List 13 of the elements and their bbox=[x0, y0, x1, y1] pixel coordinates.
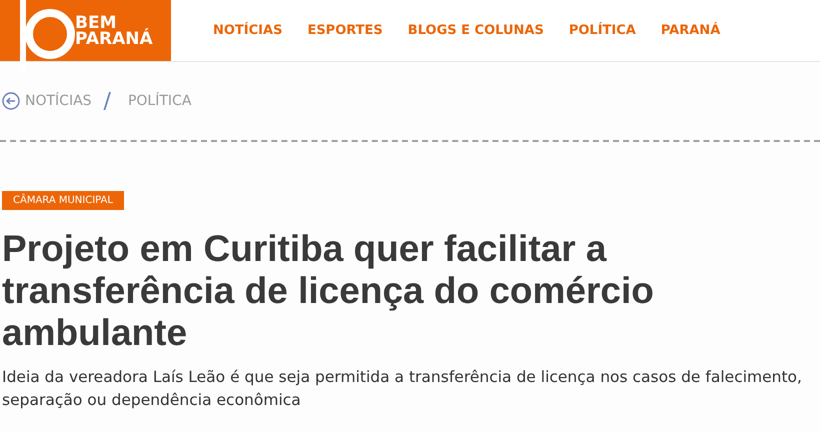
nav-link[interactable]: PARANÁ bbox=[660, 23, 720, 38]
nav-link[interactable]: NOTÍCIAS bbox=[213, 23, 282, 38]
breadcrumb-separator: / bbox=[104, 88, 111, 114]
logo-text: BEM PARANÁ bbox=[75, 14, 153, 46]
nav-link[interactable]: BLOGS E COLUNAS bbox=[408, 23, 544, 38]
nav-link[interactable]: ESPORTES bbox=[307, 23, 383, 38]
category-tag[interactable]: CÂMARA MUNICIPAL bbox=[2, 191, 124, 210]
breadcrumb-link[interactable]: NOTÍCIAS bbox=[25, 93, 92, 109]
summary: Ideia da vereadora Laís Leão é que seja permitida a transferência de licença nos casos de falecimento, separação ou dependência econômica bbox=[2, 367, 803, 411]
breadcrumb-link[interactable]: POLÍTICA bbox=[128, 93, 192, 109]
headline: Projeto em Curitiba quer facilitar a transferência de licença do comércio ambulante bbox=[2, 228, 655, 354]
back-icon[interactable] bbox=[2, 92, 20, 110]
nav-link[interactable]: POLÍTICA bbox=[568, 23, 636, 38]
